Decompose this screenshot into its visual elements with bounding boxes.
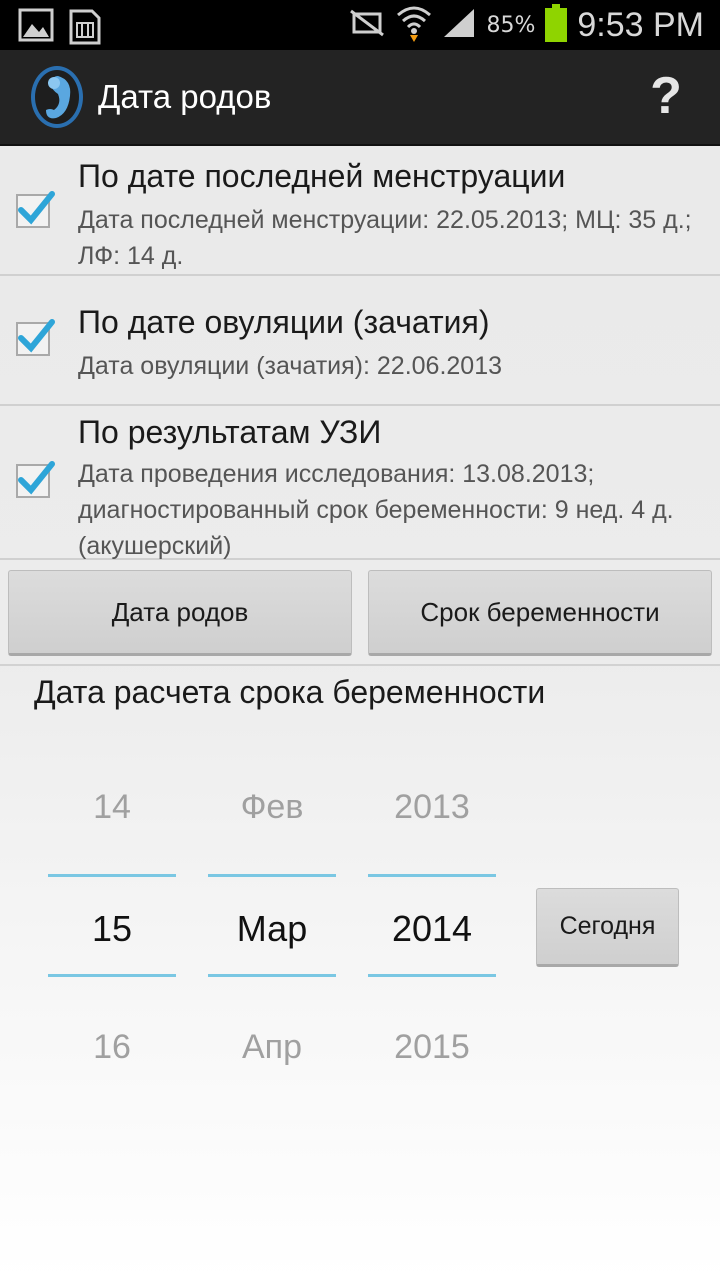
day-picker[interactable]: 14 15 16 (48, 760, 176, 1090)
picker-divider (208, 974, 336, 977)
month-current[interactable]: Мар (208, 908, 336, 950)
help-button[interactable]: ? (646, 66, 686, 130)
picker-divider (208, 874, 336, 877)
clock: 9:53 PM (577, 5, 704, 44)
picker-divider (48, 874, 176, 877)
picker-divider (48, 974, 176, 977)
checkbox-last-period[interactable] (16, 191, 55, 228)
year-picker[interactable]: 2013 2014 2015 (368, 760, 496, 1090)
method-title: По дате овуляции (зачатия) (78, 304, 490, 340)
due-date-button[interactable]: Дата родов (8, 570, 352, 656)
sim-card-icon (68, 8, 102, 50)
page-title: Дата родов (98, 78, 272, 115)
method-item-ovulation[interactable]: По дате овуляции (зачатия) Дата овуляции… (0, 276, 720, 406)
month-next[interactable]: Апр (208, 1028, 336, 1067)
day-current[interactable]: 15 (48, 908, 176, 950)
method-subtitle: Дата овуляции (зачатия): 22.06.2013 (78, 352, 503, 380)
method-item-last-period[interactable]: По дате последней менструации Дата после… (0, 148, 720, 276)
checkbox-ultrasound[interactable] (16, 461, 55, 498)
month-picker[interactable]: Фев Мар Апр (208, 760, 336, 1090)
picker-divider (368, 974, 496, 977)
signal-icon (442, 7, 476, 43)
mute-icon (348, 8, 386, 42)
divider (0, 664, 720, 666)
method-subtitle: Дата проведения исследования: 13.08.2013… (78, 460, 674, 560)
calc-date-title: Дата расчета срока беременности (34, 674, 546, 710)
gallery-icon (18, 8, 54, 50)
day-next[interactable]: 16 (48, 1028, 176, 1067)
method-title: По дате последней менструации (78, 158, 566, 194)
year-current[interactable]: 2014 (368, 908, 496, 950)
method-item-ultrasound[interactable]: По результатам УЗИ Дата проведения иссле… (0, 406, 720, 560)
picker-divider (368, 874, 496, 877)
today-button[interactable]: Сегодня (536, 888, 679, 967)
wifi-icon (396, 3, 432, 47)
status-bar: 85% 9:53 PM (0, 0, 720, 50)
year-prev[interactable]: 2013 (368, 788, 496, 827)
month-prev[interactable]: Фев (208, 788, 336, 827)
action-bar: Дата родов ? (0, 50, 720, 146)
battery-icon (545, 4, 568, 46)
day-prev[interactable]: 14 (48, 788, 176, 827)
checkbox-ovulation[interactable] (16, 319, 55, 356)
method-title: По результатам УЗИ (78, 414, 382, 450)
pregnancy-term-button[interactable]: Срок беременности (368, 570, 712, 656)
method-subtitle: Дата последней менструации: 22.05.2013; … (78, 206, 692, 270)
year-next[interactable]: 2015 (368, 1028, 496, 1067)
battery-percent: 85% (486, 12, 536, 38)
app-logo-icon[interactable] (28, 64, 86, 130)
